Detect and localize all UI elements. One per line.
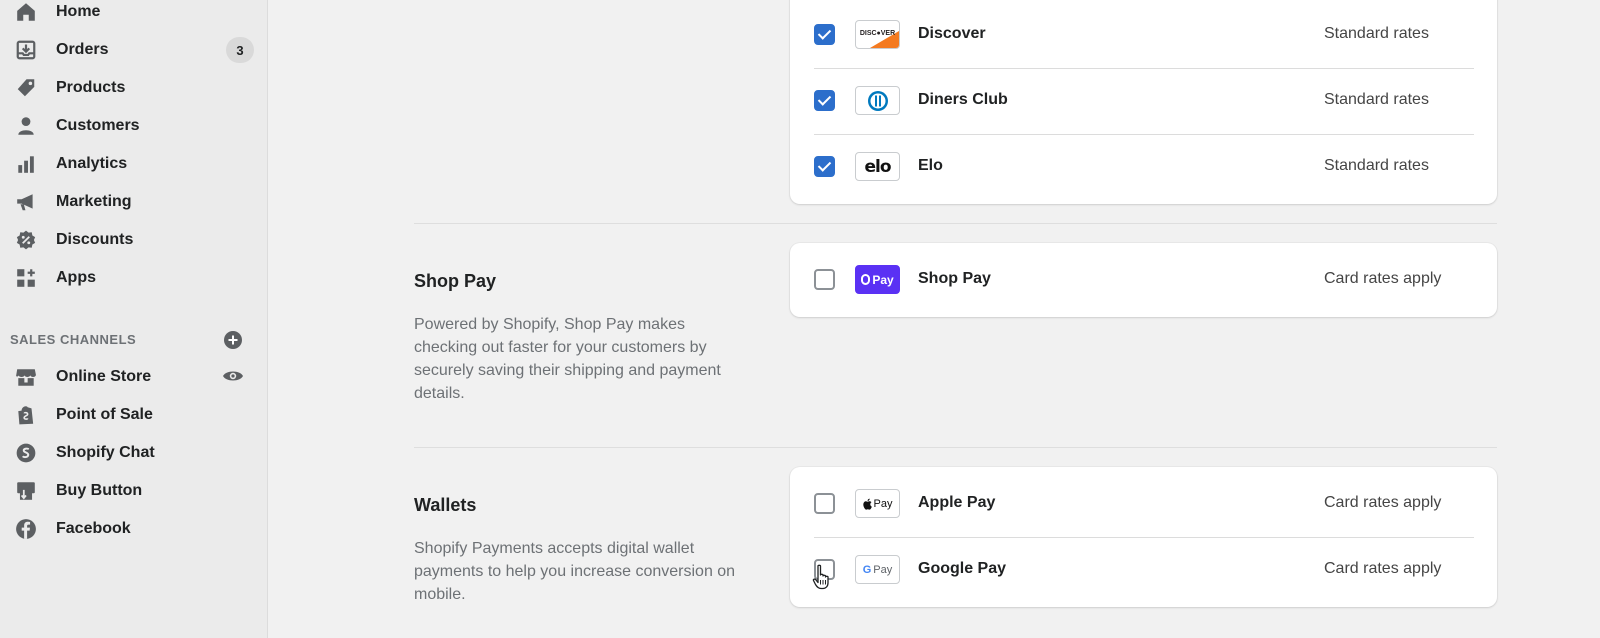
hand-cursor-icon [812, 564, 832, 590]
apple-pay-checkbox[interactable] [814, 493, 835, 514]
nav-label: Online Store [56, 368, 152, 385]
nav-item-orders[interactable]: Orders 3 [0, 31, 268, 69]
nav-label: Facebook [56, 520, 131, 537]
nav-label: Orders [56, 41, 109, 58]
store-icon [14, 366, 38, 388]
nav-label: Home [56, 3, 101, 20]
discover-checkbox[interactable] [814, 24, 835, 45]
orders-count-badge: 3 [226, 37, 254, 63]
wallets-description: Shopify Payments accepts digital wallet … [414, 540, 736, 603]
payment-method-row-elo: elo Elo Standard rates [790, 134, 1497, 200]
shopping-bag-icon [14, 404, 38, 426]
payment-method-row-shop-pay: Pay Shop Pay Card rates apply [790, 247, 1497, 313]
payment-method-rate: Standard rates [1324, 25, 1429, 42]
nav-label: Analytics [56, 155, 128, 172]
nav-item-products[interactable]: Products [0, 69, 268, 107]
shop-pay-logo-mark [861, 274, 871, 285]
home-icon [14, 1, 38, 23]
discover-logo: DISC●VER [855, 20, 900, 49]
nav-item-home[interactable]: Home [0, 0, 268, 31]
apple-icon [862, 498, 872, 510]
nav-item-marketing[interactable]: Marketing [0, 183, 268, 221]
add-sales-channel-icon[interactable] [223, 330, 243, 350]
nav-item-facebook[interactable]: Facebook [0, 510, 268, 548]
diners-club-logo [855, 86, 900, 115]
shop-pay-logo-text: Pay [872, 272, 894, 287]
elo-logo: elo [855, 152, 900, 181]
shop-pay-description: Powered by Shopify, Shop Pay makes check… [414, 316, 721, 402]
payment-method-rate: Card rates apply [1324, 494, 1442, 511]
nav-label: Customers [56, 117, 140, 134]
payment-method-row-discover: DISC●VER Discover Standard rates [790, 2, 1497, 68]
nav-label: Shopify Chat [56, 444, 155, 461]
nav-label: Discounts [56, 231, 134, 248]
person-icon [14, 115, 38, 137]
nav-item-analytics[interactable]: Analytics [0, 145, 268, 183]
apple-pay-logo-text: Pay [873, 497, 893, 510]
payment-method-name: Diners Club [918, 91, 1008, 108]
wallets-heading: Wallets [414, 495, 477, 515]
shop-pay-logo: Pay [855, 265, 900, 294]
google-pay-logo-text: Pay [873, 563, 893, 576]
eye-icon[interactable] [222, 367, 244, 385]
apps-icon [14, 267, 38, 289]
shop-pay-heading: Shop Pay [414, 271, 497, 291]
payment-method-name: Google Pay [918, 560, 1007, 577]
nav-item-shopify-chat[interactable]: Shopify Chat [0, 434, 268, 472]
nav-item-point-of-sale[interactable]: Point of Sale [0, 396, 268, 434]
nav-label: Marketing [56, 193, 132, 210]
sales-channels-heading: SALES CHANNELS [10, 332, 137, 347]
nav-label: Products [56, 79, 126, 96]
discount-icon [14, 229, 38, 251]
payment-method-rate: Card rates apply [1324, 270, 1442, 287]
shop-pay-card: Pay Shop Pay Card rates apply [790, 243, 1497, 317]
section-divider [414, 447, 1497, 448]
shop-pay-checkbox[interactable] [814, 269, 835, 290]
bar-chart-icon [14, 153, 38, 175]
payment-method-row-apple-pay: Pay Apple Pay Card rates apply [790, 471, 1497, 537]
payment-method-name: Apple Pay [918, 494, 996, 511]
payment-method-row-diners-club: Diners Club Standard rates [790, 68, 1497, 134]
payment-method-rate: Card rates apply [1324, 560, 1442, 577]
payment-method-name: Elo [918, 157, 943, 174]
google-g-icon: G [862, 563, 872, 576]
facebook-icon [14, 518, 38, 540]
tag-icon [14, 77, 38, 99]
payment-method-rate: Standard rates [1324, 91, 1429, 108]
buy-button-icon [14, 480, 38, 502]
diners-club-checkbox[interactable] [814, 90, 835, 111]
payment-method-row-google-pay: G Pay Google Pay Card rates apply [790, 537, 1497, 603]
wallets-card: Pay Apple Pay Card rates apply G Pay Goo… [790, 467, 1497, 607]
apple-pay-logo: Pay [855, 489, 900, 518]
card-brands-card: DISC●VER Discover Standard rates Diners … [790, 0, 1497, 204]
sidebar: Home Orders 3 Products Customers Analyti… [0, 0, 268, 638]
chat-icon [14, 442, 38, 464]
nav-label: Apps [56, 269, 96, 286]
elo-logo-text: elo [864, 156, 891, 177]
nav-item-discounts[interactable]: Discounts [0, 221, 268, 259]
payment-method-name: Discover [918, 25, 986, 42]
nav-item-customers[interactable]: Customers [0, 107, 268, 145]
nav-item-buy-button[interactable]: Buy Button [0, 472, 268, 510]
nav-label: Buy Button [56, 482, 143, 499]
google-pay-logo: G Pay [855, 555, 900, 584]
megaphone-icon [14, 191, 38, 213]
nav-item-apps[interactable]: Apps [0, 259, 268, 297]
section-divider [414, 223, 1497, 224]
nav-label: Point of Sale [56, 406, 153, 423]
discover-logo-text: DISC●VER [860, 30, 895, 37]
orders-icon [14, 39, 38, 61]
elo-checkbox[interactable] [814, 156, 835, 177]
payment-method-rate: Standard rates [1324, 157, 1429, 174]
payment-method-name: Shop Pay [918, 270, 991, 287]
